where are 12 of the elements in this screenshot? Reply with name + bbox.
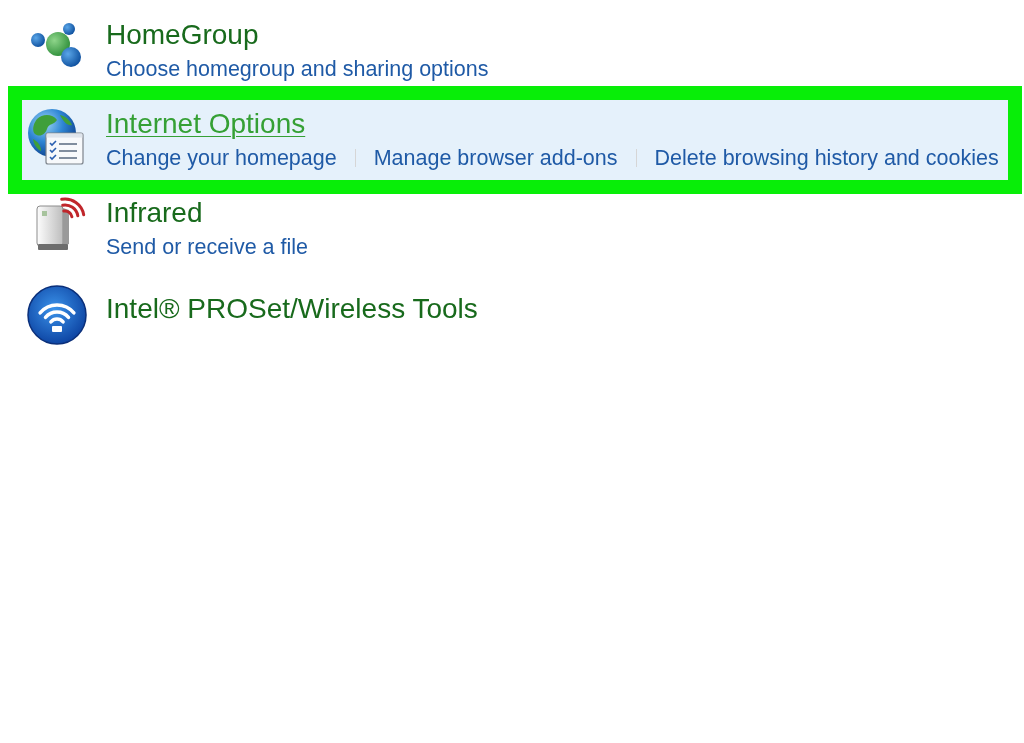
task-link[interactable]: Manage browser add-ons (373, 145, 618, 171)
task-link[interactable]: Delete browsing history and cookies (654, 145, 999, 171)
wifi-icon (27, 285, 87, 345)
network-nodes-icon (30, 22, 82, 68)
task-link[interactable]: Choose homegroup and sharing options (106, 56, 489, 82)
item-title-link[interactable]: Intel® PROSet/Wireless Tools (106, 292, 478, 326)
item-title-link[interactable]: HomeGroup (106, 18, 259, 52)
task-link[interactable]: Change your homepage (106, 145, 337, 171)
task-link[interactable]: Send or receive a file (106, 234, 308, 260)
device-signal-icon (35, 196, 87, 252)
globe-checklist-icon (27, 107, 84, 165)
item-title-link[interactable]: Infrared (106, 196, 203, 230)
